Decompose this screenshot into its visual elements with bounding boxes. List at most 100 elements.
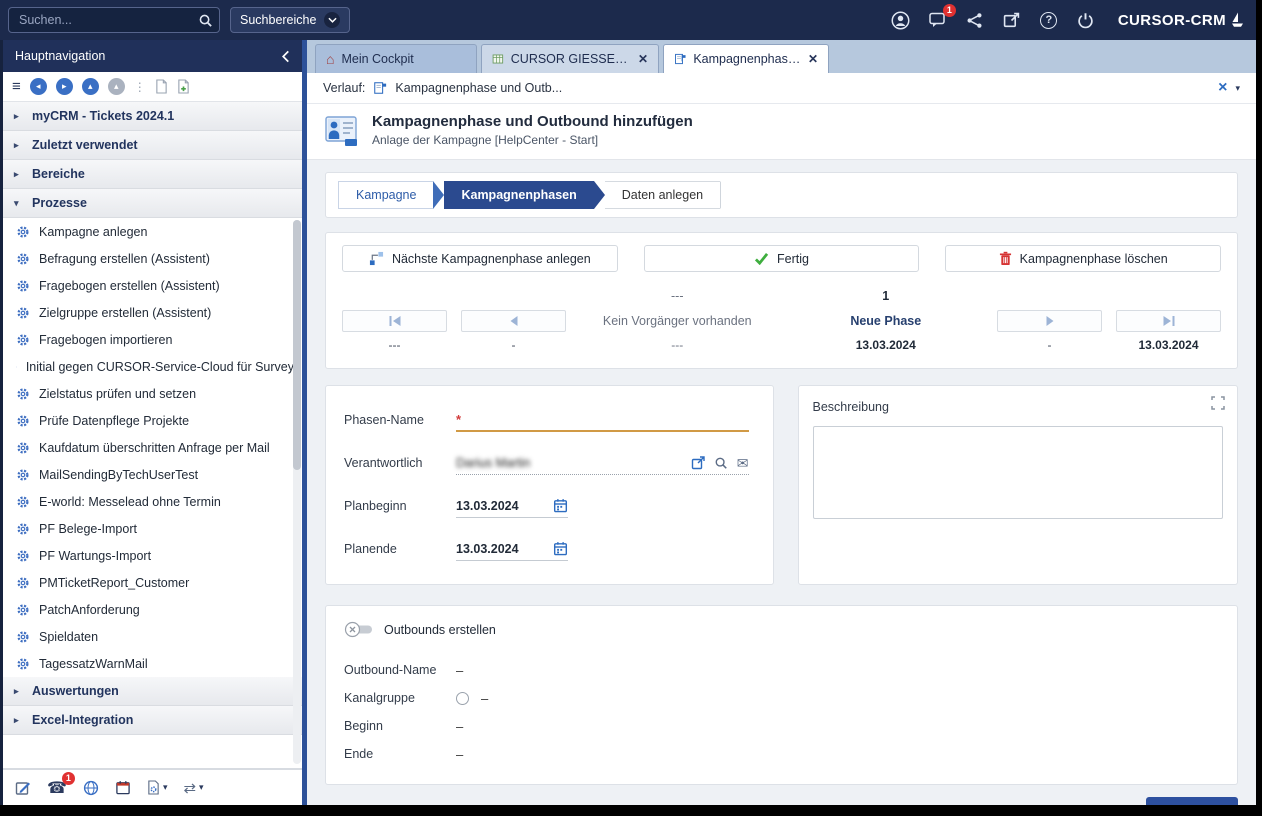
- previous-phase-button[interactable]: [461, 310, 566, 332]
- begin-row: Beginn –: [344, 712, 1219, 740]
- create-next-phase-button[interactable]: Nächste Kampagnenphase anlegen: [342, 245, 618, 272]
- tab-cursor-giessen[interactable]: CURSOR GIESSEN, Gi... ✕: [481, 44, 659, 73]
- document-icon[interactable]: [155, 79, 168, 94]
- expand-icon[interactable]: [1211, 396, 1225, 410]
- gear-icon: [16, 468, 30, 482]
- process-item[interactable]: TagessatzWarnMail: [3, 650, 302, 677]
- globe-icon[interactable]: [83, 780, 99, 796]
- process-item[interactable]: PF Wartungs-Import: [3, 542, 302, 569]
- document-settings-icon[interactable]: ▾: [147, 780, 168, 795]
- finish-button[interactable]: Fertig: [644, 245, 920, 272]
- wizard-step-kampagne[interactable]: Kampagne: [338, 181, 433, 209]
- menu-icon[interactable]: ≡: [12, 78, 21, 95]
- up-icon[interactable]: ▴: [82, 78, 99, 95]
- chevron-down-icon[interactable]: ▾: [1235, 83, 1240, 94]
- phase-name-field[interactable]: *: [456, 408, 749, 432]
- wizard-step-daten-anlegen[interactable]: Daten anlegen: [605, 181, 720, 209]
- help-icon[interactable]: ?: [1038, 9, 1060, 31]
- sidebar-section-mycrm[interactable]: ▸ myCRM - Tickets 2024.1: [3, 102, 302, 131]
- tab-label: Kampagnenphase u...: [693, 52, 801, 66]
- calendar-icon[interactable]: [115, 780, 131, 795]
- last-phase-button[interactable]: [1116, 310, 1221, 332]
- notifications-icon[interactable]: 1: [927, 9, 949, 31]
- sidebar-section-bereiche[interactable]: ▸ Bereiche: [3, 160, 302, 189]
- global-search[interactable]: [8, 7, 220, 33]
- sidebar-section-zuletzt[interactable]: ▸ Zuletzt verwendet: [3, 131, 302, 160]
- current-phase-date: 13.03.2024: [856, 338, 916, 352]
- gear-icon: [16, 603, 30, 617]
- chevron-down-icon: [324, 12, 340, 28]
- sidebar-scrollbar[interactable]: [293, 220, 301, 764]
- document-add-icon[interactable]: [177, 79, 190, 94]
- chevron-right-icon: ▸: [14, 169, 23, 180]
- note-edit-icon[interactable]: [15, 780, 31, 796]
- close-page-icon[interactable]: ×: [1218, 80, 1227, 96]
- process-label: E-world: Messelead ohne Termin: [39, 495, 221, 509]
- chevron-down-icon[interactable]: ▾: [199, 782, 204, 793]
- sync-icon[interactable]: ⇄ ▾: [183, 779, 203, 797]
- process-item[interactable]: Kampagne anlegen: [3, 218, 302, 245]
- search-icon[interactable]: [714, 456, 728, 470]
- scrollbar-thumb[interactable]: [293, 220, 301, 470]
- sidebar-section-auswertungen[interactable]: ▸ Auswertungen: [3, 677, 302, 706]
- process-item[interactable]: Prüfe Datenpflege Projekte: [3, 407, 302, 434]
- continue-button[interactable]: Fortfahren: [1146, 797, 1239, 805]
- process-item[interactable]: Spieldaten: [3, 623, 302, 650]
- sidebar-section-prozesse[interactable]: ▾ Prozesse: [3, 189, 302, 218]
- process-item[interactable]: MailSendingByTechUserTest: [3, 461, 302, 488]
- share-icon[interactable]: [964, 9, 986, 31]
- calendar-icon[interactable]: [553, 541, 568, 556]
- external-link-icon[interactable]: [691, 456, 705, 470]
- process-item[interactable]: Kaufdatum überschritten Anfrage per Mail: [3, 434, 302, 461]
- search-icon[interactable]: [198, 13, 213, 28]
- description-textarea[interactable]: [813, 426, 1224, 519]
- outbound-toggle[interactable]: [344, 621, 374, 638]
- channel-group-radio[interactable]: [456, 692, 469, 705]
- tab-mein-cockpit[interactable]: ⌂ Mein Cockpit: [315, 44, 477, 73]
- envelope-icon[interactable]: ✉: [737, 456, 749, 470]
- back-icon[interactable]: ◂: [30, 78, 47, 95]
- first-icon: [388, 315, 402, 327]
- next-phase-button[interactable]: [997, 310, 1102, 332]
- sidebar: Hauptnavigation ≡ ◂ ▸ ▴ ▴ ⋮: [0, 40, 302, 805]
- sidebar-collapse-icon[interactable]: [281, 50, 290, 63]
- gear-icon: [16, 657, 30, 671]
- search-scope-button[interactable]: Suchbereiche: [230, 7, 350, 33]
- phase-name-input[interactable]: [464, 409, 748, 429]
- open-new-window-icon[interactable]: [1001, 9, 1023, 31]
- process-label: TagessatzWarnMail: [39, 657, 148, 671]
- process-item[interactable]: Zielstatus prüfen und setzen: [3, 380, 302, 407]
- close-icon[interactable]: ✕: [808, 52, 818, 66]
- power-icon[interactable]: [1075, 9, 1097, 31]
- campaign-doc-icon: [674, 52, 686, 66]
- process-item[interactable]: Fragebogen importieren: [3, 326, 302, 353]
- responsible-field[interactable]: Darius Martin ✉: [456, 451, 749, 475]
- process-item[interactable]: PMTicketReport_Customer: [3, 569, 302, 596]
- first-phase-button[interactable]: [342, 310, 447, 332]
- process-item[interactable]: Fragebogen erstellen (Assistent): [3, 272, 302, 299]
- process-item[interactable]: Initial gegen CURSOR-Service-Cloud für S…: [3, 353, 302, 380]
- tab-kampagnenphase[interactable]: Kampagnenphase u... ✕: [663, 44, 829, 73]
- process-item[interactable]: PF Belege-Import: [3, 515, 302, 542]
- history-current-item[interactable]: Kampagnenphase und Outb...: [395, 81, 562, 95]
- plan-end-field[interactable]: 13.03.2024: [456, 537, 568, 561]
- process-item[interactable]: E-world: Messelead ohne Termin: [3, 488, 302, 515]
- forward-icon[interactable]: ▸: [56, 78, 73, 95]
- end-label: Ende: [344, 747, 456, 761]
- phone-icon[interactable]: ☎ 1: [47, 778, 67, 798]
- sidebar-section-excel[interactable]: ▸ Excel-Integration: [3, 706, 302, 735]
- top-icon[interactable]: ▴: [108, 78, 125, 95]
- wizard-step-kampagnenphasen[interactable]: Kampagnenphasen: [444, 181, 593, 209]
- calendar-icon[interactable]: [553, 498, 568, 513]
- delete-phase-button[interactable]: Kampagnenphase löschen: [945, 245, 1221, 272]
- plan-start-field[interactable]: 13.03.2024: [456, 494, 568, 518]
- close-icon[interactable]: ✕: [638, 52, 648, 66]
- chevron-down-icon[interactable]: ▾: [163, 782, 168, 793]
- sidebar-navigation: ▸ myCRM - Tickets 2024.1 ▸ Zuletzt verwe…: [3, 102, 302, 768]
- more-icon[interactable]: ⋮: [134, 80, 146, 94]
- process-item[interactable]: Zielgruppe erstellen (Assistent): [3, 299, 302, 326]
- process-item[interactable]: Befragung erstellen (Assistent): [3, 245, 302, 272]
- search-input[interactable]: [19, 13, 192, 27]
- process-item[interactable]: PatchAnforderung: [3, 596, 302, 623]
- user-icon[interactable]: [890, 9, 912, 31]
